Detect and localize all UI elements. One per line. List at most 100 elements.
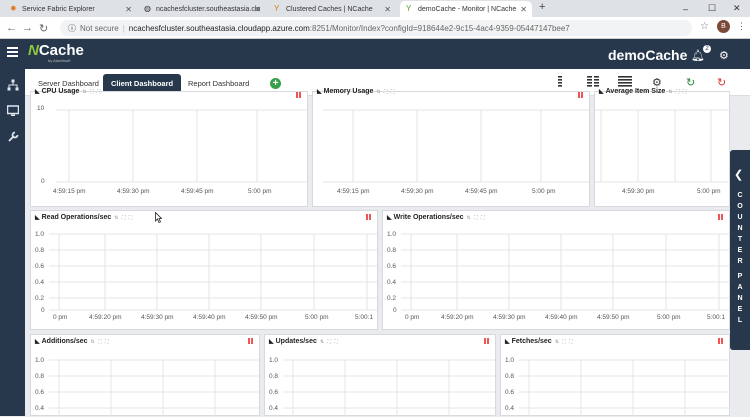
x-tick: 4:59:45 pm [465,188,498,195]
y-tick: 0.6 [505,389,515,396]
refresh-icon[interactable]: ↻ [686,76,695,89]
x-tick: 5:00 pm [248,188,272,195]
y-tick: 1.0 [505,357,515,364]
mouse-cursor-icon [155,211,163,226]
browser-tab-title: ncachesfcluster.southeastasia.clo [156,5,261,13]
close-window-button[interactable]: ✕ [733,0,741,17]
y-tick: 1.0 [387,231,397,238]
panel-title: ◣ Additions/sec ⇅ ⛶ ⛶ [35,338,110,345]
bookmark-star-icon[interactable]: ☆ [700,21,709,32]
one-column-layout-icon[interactable] [557,76,563,90]
y-tick: 0.2 [35,295,45,302]
maximize-button[interactable]: ☐ [708,0,716,17]
reload-icon[interactable]: ↻ [39,22,48,35]
y-tick: 0.8 [505,373,515,380]
add-dashboard-button[interactable]: + [270,78,281,89]
x-tick: 4:59:30 pm [401,188,434,195]
x-tick: 5:00 pm [657,314,681,321]
pause-icon[interactable] [248,338,254,344]
panel-title: ◣ Memory Usage ⇅ ⛶ ⛶ [317,88,396,95]
x-tick: 4:59:20 pm [89,314,122,321]
x-tick: 5:00:1 [355,314,374,321]
cache-name-title: demoCache [608,47,688,63]
y-tick: 0.4 [35,405,45,412]
y-tick: 1.0 [35,357,45,364]
y-tick: 10 [37,105,45,112]
close-tab-icon[interactable]: ✕ [125,5,132,14]
not-secure-label: Not secure [80,23,119,33]
panel-title: ◣ CPU Usage ⇅ ⛶ ⛶ [35,88,102,95]
service-fabric-favicon-icon: ✸ [10,4,17,13]
x-tick: 4:59:40 pm [545,314,578,321]
x-tick: 0 pm [53,314,68,321]
ncache-logo-sub: by Alachisoft [48,58,71,63]
chevron-left-icon: ❮ [734,169,744,181]
y-tick: 0.8 [35,373,45,380]
settings-gears-icon[interactable]: ⚙ [719,49,729,62]
sidebar-topology-icon[interactable] [0,72,25,97]
panel-memory-usage: ◣ Memory Usage ⇅ ⛶ ⛶ 4:59:15 pm 4:59:30 pm… [312,88,590,207]
x-tick: 4:59:50 pm [597,314,630,321]
counter-panel-toggle[interactable]: ❮ COUNTER PANEL [730,150,750,350]
x-tick: 0 pm [405,314,420,321]
y-tick: 0.6 [387,263,397,270]
y-tick: 1.0 [35,231,45,238]
globe-icon: ◍ [144,4,151,13]
y-tick: 0.4 [35,279,45,286]
panel-fetches: ◣ Fetches/sec ⇅ ⛶ ⛶ 1.0 0.8 0.6 0.4 [500,334,730,417]
browser-tab-title: demoCache - Monitor | NCache [418,5,517,13]
new-tab-button[interactable]: + [539,1,545,13]
two-column-layout-icon[interactable] [587,76,599,90]
x-tick: 4:59:30 pm [141,314,174,321]
counter-panel-label: COUNTER PANEL [737,192,743,324]
panel-title: ◣ Updates/sec ⇅ ⛶ ⛶ [269,338,339,345]
x-tick: 4:59:15 pm [337,188,370,195]
panel-average-item-size: ◣ Average Item Size ⇅ ⛶ ⛶ 4:59:30 pm 5:00 … [594,88,731,207]
x-tick: 4:59:30 pm [622,188,655,195]
profile-avatar[interactable]: B [717,20,730,33]
sidebar-tools-icon[interactable] [0,124,25,149]
y-tick: 0.6 [35,389,45,396]
browser-tab-title: Clustered Caches | NCache [286,5,373,13]
hamburger-menu-icon[interactable] [7,47,18,57]
panel-title: ◣ Write Operations/sec ⇅ ⛶ ⛶ [387,214,486,221]
close-tab-icon[interactable]: ✕ [520,5,527,14]
x-tick: 4:59:30 pm [493,314,526,321]
y-tick: 0.8 [387,247,397,254]
x-tick: 5:00 pm [305,314,329,321]
y-tick: 0.6 [269,389,279,396]
ncache-favicon-icon: Y [406,4,412,13]
panel-title: ◣ Fetches/sec ⇅ ⛶ ⛶ [505,338,574,345]
browser-tab-cluster[interactable]: ◍ ncachesfcluster.southeastasia.clo ✕ [138,1,266,17]
panel-cpu-usage: ◣ CPU Usage ⇅ ⛶ ⛶ 10 0 4:59:15 pm 4:59:30 … [30,88,308,207]
url-input[interactable]: ⓘ Not secure | ncachesfcluster.southeast… [60,20,692,36]
y-tick: 0 [41,307,45,314]
panel-title: ◣ Average Item Size ⇅ ⛶ ⛶ [599,88,688,95]
x-tick: 4:59:20 pm [441,314,474,321]
back-icon[interactable]: ← [6,22,17,34]
y-tick: 0.4 [505,405,515,412]
x-tick: 5:00:1 [707,314,726,321]
y-tick: 0.4 [269,405,279,412]
reset-icon[interactable]: ↻ [717,76,726,89]
pause-icon[interactable] [484,338,490,344]
forward-icon[interactable]: → [22,22,33,34]
pause-icon[interactable] [718,338,724,344]
ncache-logo: NCache [28,42,84,59]
pause-icon[interactable] [366,214,372,220]
x-tick: 4:59:30 pm [117,188,150,195]
sidebar-monitor-icon[interactable] [0,98,25,123]
x-tick: 4:59:15 pm [53,188,86,195]
pause-icon[interactable] [718,214,724,220]
minimize-button[interactable]: – [683,0,688,17]
browser-tab-clustered-caches[interactable]: Y Clustered Caches | NCache ✕ [268,1,396,17]
close-tab-icon[interactable]: ✕ [254,5,261,14]
browser-menu-icon[interactable]: ⋮ [737,21,746,32]
browser-tab-service-fabric[interactable]: ✸ Service Fabric Explorer ✕ [4,1,137,17]
close-tab-icon[interactable]: ✕ [384,5,391,14]
panel-read-operations: ◣ Read Operations/sec ⇅ ⛶ ⛶ 1.0 0.8 0.6 0.… [30,210,378,330]
browser-tab-demo-cache[interactable]: Y demoCache - Monitor | NCache ✕ [400,1,532,17]
panel-updates: ◣ Updates/sec ⇅ ⛶ ⛶ 1.0 0.8 0.6 0.4 [264,334,496,417]
pause-icon[interactable] [578,92,584,98]
pause-icon[interactable] [296,92,302,98]
